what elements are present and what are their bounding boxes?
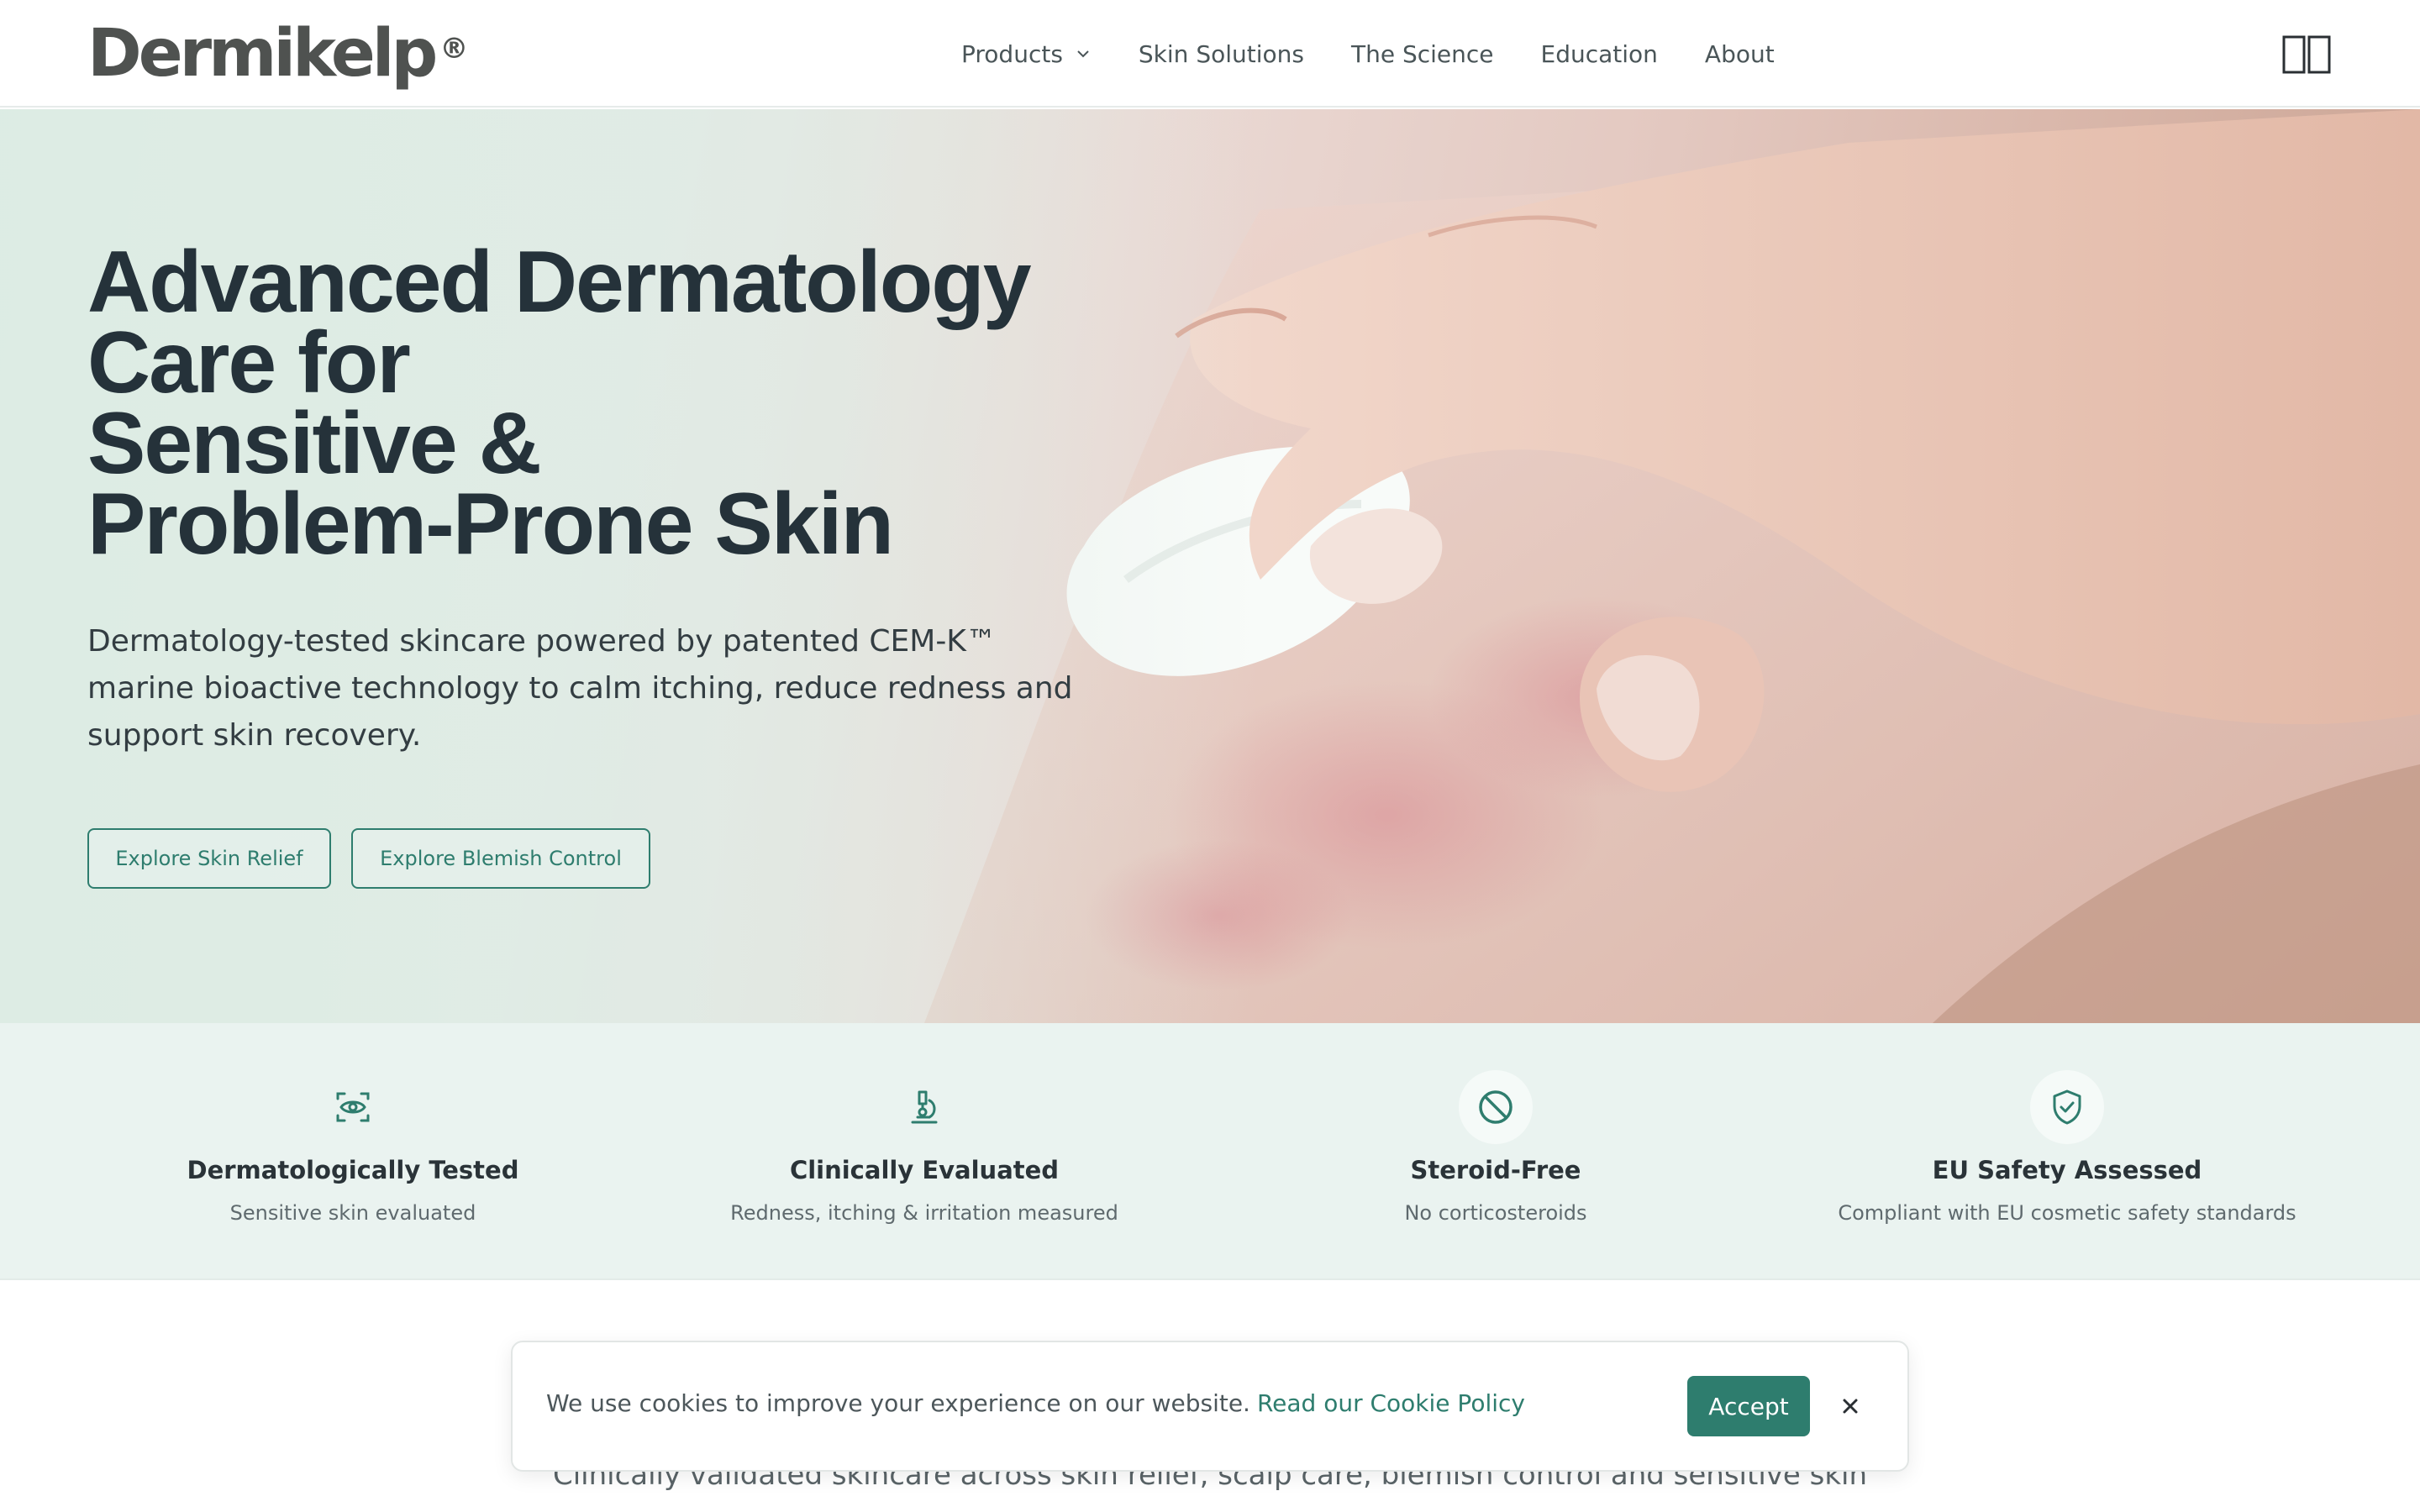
brand-logo[interactable]: Dermikelp ® xyxy=(87,12,468,96)
nav-products[interactable]: Products xyxy=(961,40,1092,68)
nav-label: Skin Solutions xyxy=(1138,39,1304,68)
cookie-message: We use cookies to improve your experienc… xyxy=(546,1389,1525,1417)
feature-icon-wrap xyxy=(2030,1070,2104,1144)
chevron-down-icon xyxy=(1077,50,1089,58)
cookie-text: We use cookies to improve your experienc… xyxy=(546,1389,1250,1417)
trust-features: Dermatologically Tested Sensitive skin e… xyxy=(0,1023,2420,1280)
feature-desc: No corticosteroids xyxy=(1404,1201,1587,1225)
cookie-banner: We use cookies to improve your experienc… xyxy=(511,1341,1909,1472)
feature-title: Dermatologically Tested xyxy=(187,1156,519,1184)
nav-label: The Science xyxy=(1350,39,1494,68)
hero-title-line: Advanced Dermatology xyxy=(87,234,1032,331)
microscope-icon xyxy=(911,1090,938,1124)
nav-about[interactable]: About xyxy=(1705,40,1775,68)
main-nav: Products Skin Solutions The Science Educ… xyxy=(961,30,1822,77)
hero-subtitle: Dermatology-tested skincare powered by p… xyxy=(87,624,1073,753)
nav-label: About xyxy=(1704,39,1775,68)
close-icon[interactable] xyxy=(1835,1391,1865,1421)
hero-title-line: Problem-Prone Skin xyxy=(87,475,894,573)
eye-scan-icon xyxy=(336,1092,370,1122)
nav-education[interactable]: Education xyxy=(1541,40,1658,68)
cookie-policy-link[interactable]: Read our Cookie Policy xyxy=(1257,1389,1525,1417)
logo-text: Dermikelp xyxy=(87,16,438,92)
explore-skin-relief-button[interactable]: Explore Skin Relief xyxy=(87,828,331,889)
nav-skin-solutions[interactable]: Skin Solutions xyxy=(1139,40,1304,68)
explore-blemish-control-button[interactable]: Explore Blemish Control xyxy=(351,828,650,889)
site-header: Dermikelp ® Products Skin Solutions The S… xyxy=(0,0,2420,108)
no-sign-icon xyxy=(1479,1090,1512,1124)
accept-button[interactable]: Accept xyxy=(1687,1376,1810,1436)
feature-item: Dermatologically Tested Sensitive skin e… xyxy=(92,1070,613,1225)
shield-check-icon xyxy=(2053,1089,2081,1125)
feature-desc: Sensitive skin evaluated xyxy=(229,1201,476,1225)
feature-desc: Compliant with EU cosmetic safety standa… xyxy=(1838,1201,2296,1225)
nav-label: Education xyxy=(1540,39,1658,68)
feature-icon-wrap xyxy=(1459,1070,1533,1144)
nav-label: Products xyxy=(961,39,1063,68)
feature-item: Clinically Evaluated Redness, itching & … xyxy=(664,1070,1185,1225)
feature-title: EU Safety Assessed xyxy=(1932,1156,2202,1184)
feature-item: EU Safety Assessed Compliant with EU cos… xyxy=(1807,1070,2328,1225)
feature-desc: Redness, itching & irritation measured xyxy=(730,1201,1118,1225)
hero-title: Advanced Dermatology Care for Sensitive … xyxy=(87,234,1163,573)
menu-icon[interactable] xyxy=(2282,35,2331,74)
hero-title-line: Sensitive & xyxy=(87,395,542,492)
nav-the-science[interactable]: The Science xyxy=(1351,40,1494,68)
hero-title-line: Care for xyxy=(87,314,411,412)
feature-title: Clinically Evaluated xyxy=(789,1156,1060,1184)
feature-icon-wrap xyxy=(316,1070,390,1144)
hero-section: Advanced Dermatology Care for Sensitive … xyxy=(0,109,2420,1023)
registered-mark: ® xyxy=(439,32,469,66)
feature-title: Steroid-Free xyxy=(1410,1156,1581,1184)
feature-icon-wrap xyxy=(887,1070,961,1144)
feature-item: Steroid-Free No corticosteroids xyxy=(1235,1070,1756,1225)
